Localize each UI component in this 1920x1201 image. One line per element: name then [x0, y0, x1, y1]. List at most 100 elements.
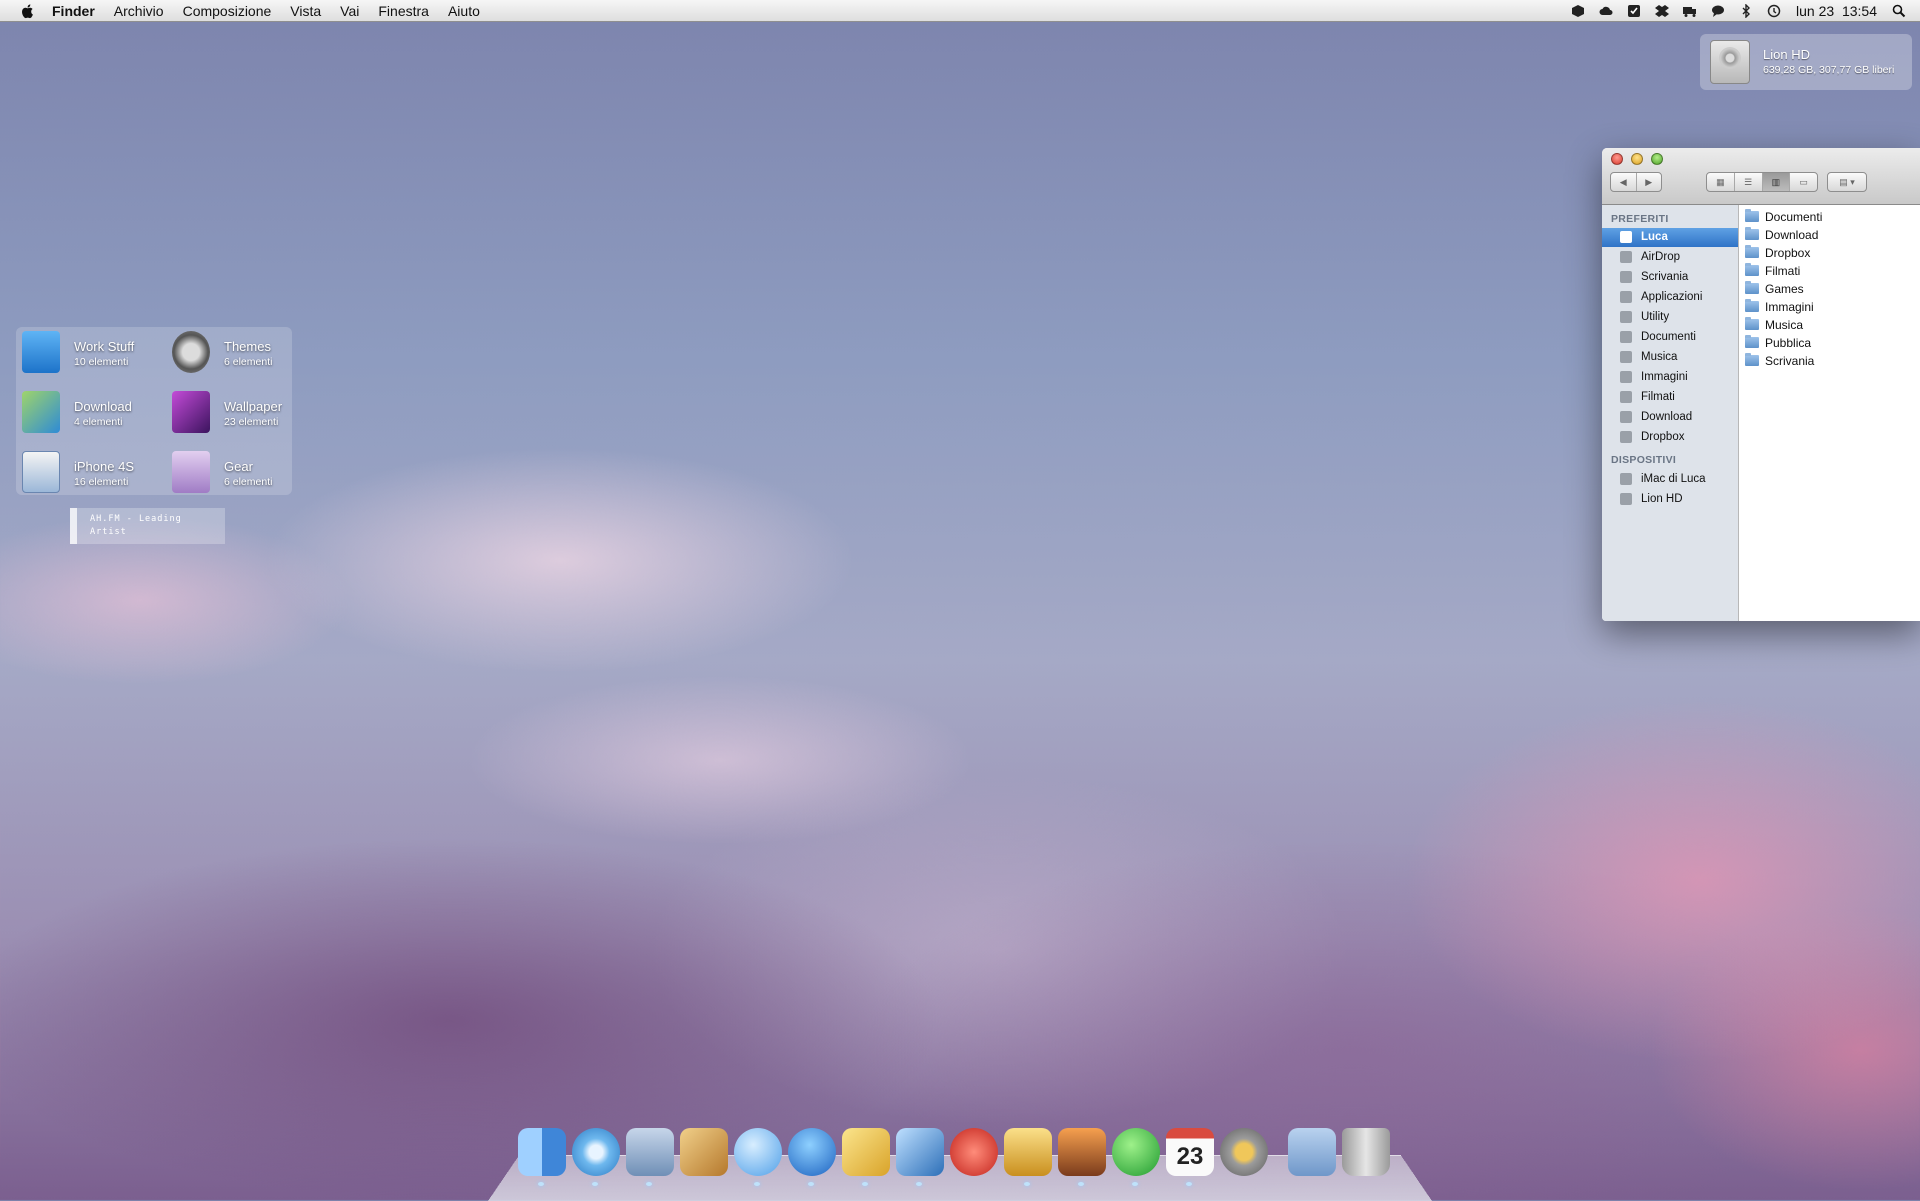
- notes-pencil-icon[interactable]: [842, 1128, 890, 1186]
- film-icon: [1620, 391, 1632, 403]
- shortcut-label: Download: [74, 399, 132, 414]
- safari-icon[interactable]: [572, 1128, 620, 1186]
- sidebar-item-applicazioni[interactable]: Applicazioni: [1602, 288, 1738, 307]
- box-icon[interactable]: [1571, 4, 1585, 18]
- sidebar-item-immagini[interactable]: Immagini: [1602, 368, 1738, 387]
- shortcut-work-stuff[interactable]: Work Stuff 10 elementi: [16, 329, 146, 379]
- airdrop-icon: [1620, 251, 1632, 263]
- sparrow-package-icon[interactable]: [680, 1128, 728, 1176]
- home-icon: [1620, 231, 1632, 243]
- harddisk-icon[interactable]: [1710, 40, 1750, 84]
- finder-icon[interactable]: [518, 1128, 566, 1186]
- clock[interactable]: lun 23 13:54: [1796, 3, 1877, 19]
- itunes-icon[interactable]: [788, 1128, 836, 1186]
- column-view-button[interactable]: ▥: [1762, 173, 1791, 191]
- sidebar-item-utility[interactable]: Utility: [1602, 308, 1738, 327]
- messages-icon[interactable]: [734, 1128, 782, 1186]
- folder-icon: [1745, 263, 1759, 276]
- applications-folder-icon[interactable]: [1288, 1128, 1336, 1176]
- shortcut-count: 6 elementi: [224, 476, 273, 488]
- sidebar-item-label: Applicazioni: [1641, 291, 1703, 303]
- camera-icon: [1620, 371, 1632, 383]
- desktop-icon: [1620, 271, 1632, 283]
- keychain-icon[interactable]: [1220, 1128, 1268, 1176]
- cover-flow-button[interactable]: ▭: [1790, 173, 1817, 191]
- shortcut-label: Themes: [224, 339, 271, 354]
- minimize-button[interactable]: [1631, 153, 1643, 165]
- chat-icon[interactable]: [1711, 4, 1725, 18]
- list-view-button[interactable]: ☰: [1735, 173, 1763, 191]
- shortcut-download[interactable]: Download 4 elementi: [16, 389, 146, 439]
- sidebar-item-airdrop[interactable]: AirDrop: [1602, 248, 1738, 267]
- scrobbler-icon[interactable]: [950, 1128, 998, 1176]
- file-label: Dropbox: [1765, 246, 1811, 260]
- calendar-icon[interactable]: 23: [1166, 1128, 1214, 1186]
- shortcut-label: Gear: [224, 459, 253, 474]
- sidebar-item-imac[interactable]: iMac di Luca: [1602, 470, 1738, 489]
- forward-button[interactable]: ▶: [1637, 173, 1662, 191]
- shortcut-count: 6 elementi: [224, 356, 273, 368]
- spotlight-search-icon[interactable]: [1892, 4, 1906, 18]
- iphoto-icon[interactable]: [1058, 1128, 1106, 1186]
- shortcuts-panel: Work Stuff 10 elementi Themes 6 elementi…: [16, 327, 292, 495]
- arrange-control: ▤ ▾: [1827, 172, 1867, 192]
- sidebar-item-label: Immagini: [1641, 371, 1688, 383]
- sidebar-item-lion-hd[interactable]: Lion HD: [1602, 490, 1738, 509]
- now-playing-bar: [70, 508, 77, 544]
- sidebar-item-label: Download: [1641, 411, 1693, 423]
- sidebar-item-dropbox[interactable]: Dropbox: [1602, 428, 1738, 447]
- zoom-button[interactable]: [1651, 153, 1663, 165]
- sidebar-item-label: Documenti: [1641, 331, 1696, 343]
- file-label: Games: [1765, 282, 1804, 296]
- finder-toolbar[interactable]: ◀ ▶ ▦ ☰ ▥ ▭ ▤ ▾: [1602, 148, 1920, 205]
- menu-finestra[interactable]: Finestra: [378, 3, 429, 19]
- mail-icon[interactable]: [626, 1128, 674, 1186]
- gear-icon: [172, 451, 210, 493]
- file-column: Documenti Download Dropbox Filmati Games…: [1739, 205, 1920, 621]
- back-button[interactable]: ◀: [1611, 173, 1637, 191]
- cloud-icon[interactable]: [1599, 4, 1613, 18]
- close-button[interactable]: [1611, 153, 1623, 165]
- shortcut-themes[interactable]: Themes 6 elementi: [166, 329, 296, 379]
- sidebar-item-label: AirDrop: [1641, 251, 1680, 263]
- arrange-button[interactable]: ▤ ▾: [1828, 173, 1866, 191]
- sidebar-item-label: Scrivania: [1641, 271, 1689, 283]
- sidebar-item-musica[interactable]: Musica: [1602, 348, 1738, 367]
- time-machine-icon[interactable]: [1767, 4, 1781, 18]
- truck-icon[interactable]: [1683, 4, 1697, 18]
- menu-vai[interactable]: Vai: [340, 3, 359, 19]
- apple-menu-icon[interactable]: [20, 3, 36, 19]
- sidebar-item-download[interactable]: Download: [1602, 408, 1738, 427]
- checkbox-icon[interactable]: [1627, 4, 1641, 18]
- sidebar-item-filmati[interactable]: Filmati: [1602, 388, 1738, 407]
- bluetooth-icon[interactable]: [1739, 4, 1753, 18]
- menu-vista[interactable]: Vista: [290, 3, 321, 19]
- shortcut-gear[interactable]: Gear 6 elementi: [166, 449, 296, 499]
- transmit-truck-icon[interactable]: [1004, 1128, 1052, 1186]
- menu-composizione[interactable]: Composizione: [183, 3, 272, 19]
- dropbox-icon[interactable]: [1655, 4, 1670, 18]
- document-icon: [1620, 331, 1632, 343]
- menu-aiuto[interactable]: Aiuto: [448, 3, 480, 19]
- skype-icon[interactable]: [1112, 1128, 1160, 1186]
- sidebar-item-luca[interactable]: Luca: [1602, 228, 1738, 247]
- sidebar-item-label: Filmati: [1641, 391, 1675, 403]
- shortcut-label: iPhone 4S: [74, 459, 134, 474]
- shortcut-wallpaper[interactable]: Wallpaper 23 elementi: [166, 389, 296, 439]
- icon-view-button[interactable]: ▦: [1707, 173, 1735, 191]
- menu-archivio[interactable]: Archivio: [114, 3, 164, 19]
- now-playing-widget[interactable]: AH.FM - Leading Artist: [70, 508, 225, 544]
- sidebar-item-label: Dropbox: [1641, 431, 1685, 443]
- trash-icon[interactable]: [1342, 1128, 1390, 1176]
- sidebar-item-documenti[interactable]: Documenti: [1602, 328, 1738, 347]
- menu-finder[interactable]: Finder: [52, 3, 95, 19]
- dock-separator: [1274, 1128, 1288, 1184]
- dropbox-icon: [1620, 431, 1632, 443]
- folder-icon: [1745, 245, 1759, 258]
- sidebar-item-label: iMac di Luca: [1641, 473, 1706, 485]
- running-indicator: [1132, 1182, 1138, 1186]
- shortcut-iphone-4s[interactable]: iPhone 4S 16 elementi: [16, 449, 146, 499]
- sidebar-item-scrivania[interactable]: Scrivania: [1602, 268, 1738, 287]
- xcode-icon[interactable]: [896, 1128, 944, 1186]
- running-indicator: [1078, 1182, 1084, 1186]
